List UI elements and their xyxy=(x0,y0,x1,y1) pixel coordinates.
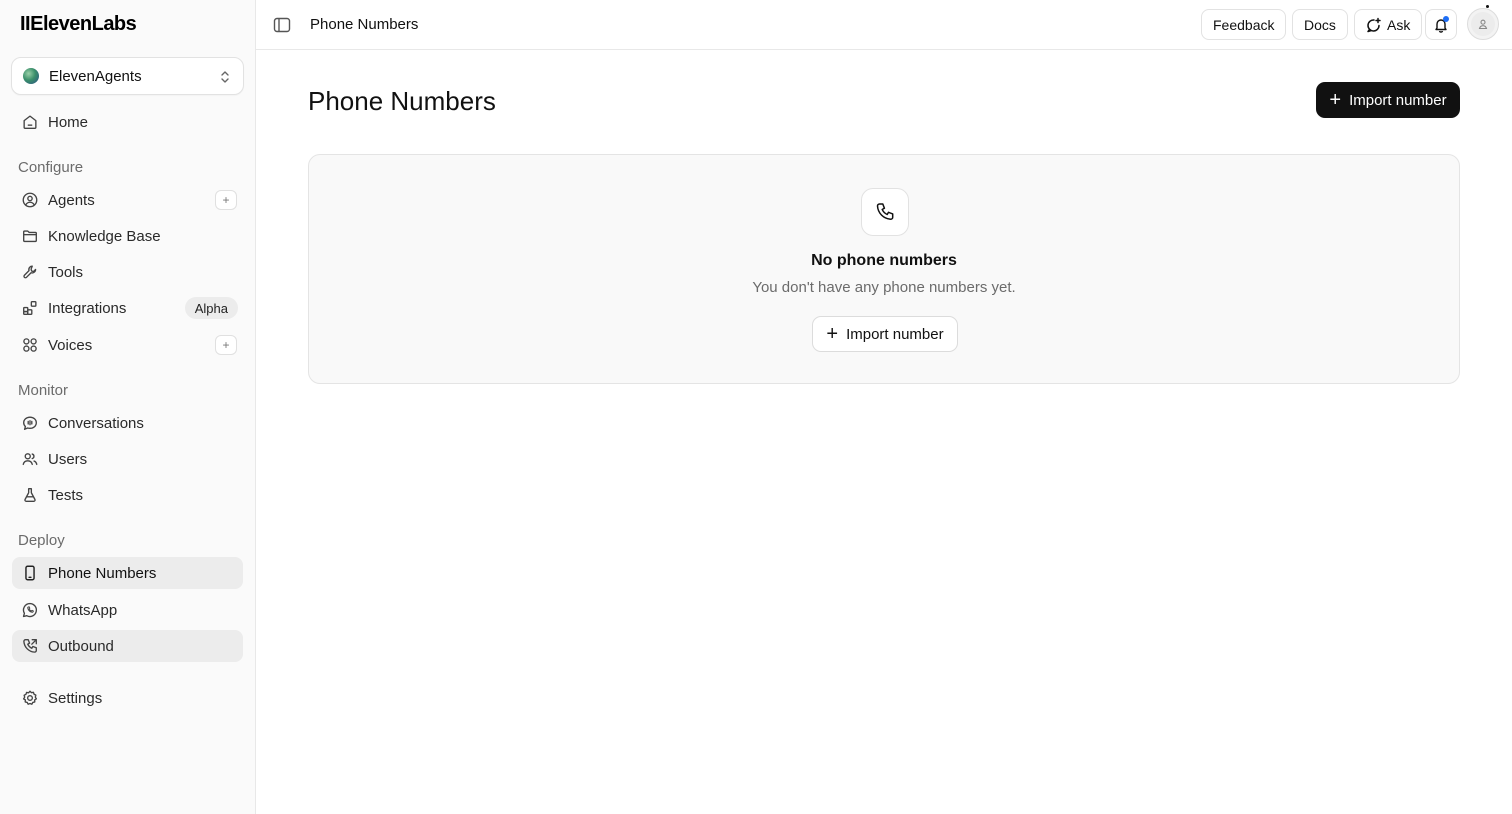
empty-state-subtitle: You don't have any phone numbers yet. xyxy=(752,279,1016,296)
sidebar-item-integrations[interactable]: Integrations Alpha xyxy=(12,292,243,324)
workspace-switcher[interactable]: ElevenAgents xyxy=(11,57,244,95)
sidebar-item-users[interactable]: Users xyxy=(12,443,243,475)
empty-state-card: No phone numbers You don't have any phon… xyxy=(308,154,1460,384)
empty-state-import-button[interactable]: + Import number xyxy=(812,316,958,352)
sidebar-toggle-icon[interactable] xyxy=(273,16,291,34)
section-monitor: Monitor xyxy=(18,382,69,399)
plus-icon: + xyxy=(826,323,839,345)
chat-spark-icon xyxy=(1367,17,1381,32)
sidebar-item-label: Outbound xyxy=(48,637,114,655)
sidebar-item-tools[interactable]: Tools xyxy=(12,256,243,288)
ask-label: Ask xyxy=(1387,16,1411,33)
notifications-button[interactable] xyxy=(1425,9,1457,40)
docs-button[interactable]: Docs xyxy=(1292,9,1348,40)
chevron-up-down-icon xyxy=(221,71,229,83)
empty-state-import-label: Import number xyxy=(846,325,944,343)
user-icon xyxy=(1471,12,1495,36)
workspace-name: ElevenAgents xyxy=(49,67,142,85)
sidebar: IIElevenLabs ElevenAgents Home Configure… xyxy=(0,0,256,814)
chat-bubble-icon xyxy=(20,413,40,433)
sidebar-item-label: WhatsApp xyxy=(48,601,118,619)
import-number-button[interactable]: + Import number xyxy=(1316,82,1460,118)
sidebar-item-label: Voices xyxy=(48,336,93,354)
add-agent-button[interactable]: + xyxy=(215,190,237,210)
sidebar-item-label: Settings xyxy=(48,689,103,707)
sidebar-item-label: Tools xyxy=(48,263,84,281)
page-title: Phone Numbers xyxy=(308,86,496,116)
sidebar-item-label: Phone Numbers xyxy=(48,564,157,582)
folder-icon xyxy=(20,226,40,246)
sidebar-item-label: Conversations xyxy=(48,414,144,432)
phone-outgoing-icon xyxy=(20,636,40,656)
integrations-icon xyxy=(20,298,40,318)
alpha-badge: Alpha xyxy=(184,297,238,319)
user-avatar[interactable] xyxy=(1467,8,1499,40)
phone-icon xyxy=(861,188,909,236)
wrench-icon xyxy=(20,262,40,282)
sidebar-item-phone-numbers[interactable]: Phone Numbers xyxy=(12,557,243,589)
feedback-label: Feedback xyxy=(1213,16,1275,33)
brand-logo[interactable]: IIElevenLabs xyxy=(20,13,137,36)
section-deploy: Deploy xyxy=(18,532,65,549)
notification-dot xyxy=(1443,16,1449,22)
plus-icon: + xyxy=(1329,89,1342,111)
sidebar-item-label: Home xyxy=(48,113,89,131)
section-configure: Configure xyxy=(18,159,84,176)
top-bar: Phone Numbers Feedback Docs Ask xyxy=(256,0,1512,50)
sidebar-item-agents[interactable]: Agents + xyxy=(12,184,243,216)
sidebar-item-knowledge-base[interactable]: Knowledge Base xyxy=(12,220,243,252)
docs-label: Docs xyxy=(1304,16,1336,33)
empty-state-title: No phone numbers xyxy=(811,252,957,269)
workspace-avatar-icon xyxy=(23,68,39,84)
whatsapp-icon xyxy=(20,600,40,620)
smartphone-icon xyxy=(20,563,40,583)
page-breadcrumb: Phone Numbers xyxy=(310,16,419,33)
home-icon xyxy=(20,112,40,132)
feedback-button[interactable]: Feedback xyxy=(1201,9,1287,40)
add-voice-button[interactable]: + xyxy=(215,335,237,355)
grid-circles-icon xyxy=(20,335,40,355)
sidebar-item-label: Tests xyxy=(48,486,84,504)
sidebar-item-whatsapp[interactable]: WhatsApp xyxy=(12,594,243,626)
import-number-label: Import number xyxy=(1349,91,1447,109)
sidebar-item-voices[interactable]: Voices + xyxy=(12,329,243,361)
users-icon xyxy=(20,449,40,469)
sidebar-item-conversations[interactable]: Conversations xyxy=(12,407,243,439)
sidebar-item-label: Users xyxy=(48,450,88,468)
sidebar-item-label: Knowledge Base xyxy=(48,227,161,245)
sidebar-item-label: Integrations xyxy=(48,299,127,317)
flask-icon xyxy=(20,485,40,505)
sidebar-item-tests[interactable]: Tests xyxy=(12,479,243,511)
ask-button[interactable]: Ask xyxy=(1354,9,1423,40)
user-circle-icon xyxy=(20,190,40,210)
sidebar-item-home[interactable]: Home xyxy=(12,106,243,138)
sidebar-item-outbound[interactable]: Outbound xyxy=(12,630,243,662)
gear-icon xyxy=(20,688,40,708)
sidebar-item-settings[interactable]: Settings xyxy=(12,682,243,714)
sidebar-item-label: Agents xyxy=(48,191,95,209)
